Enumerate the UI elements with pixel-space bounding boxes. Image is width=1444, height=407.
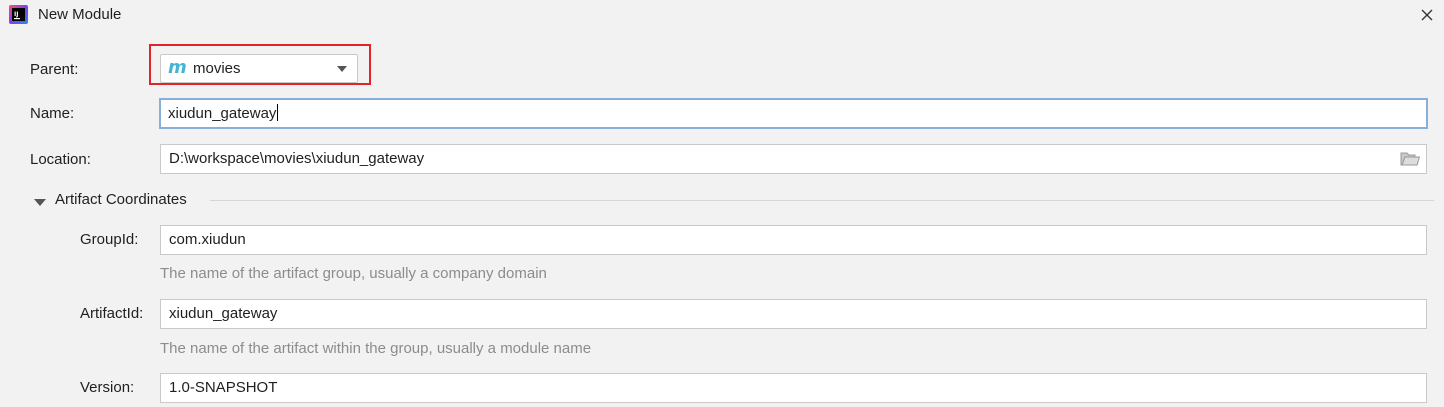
maven-module-icon: m [168, 57, 187, 78]
name-value: xiudun_gateway [168, 105, 277, 122]
folder-icon[interactable] [1400, 151, 1421, 167]
name-input[interactable]: xiudun_gateway [159, 98, 1428, 129]
artifactid-label: ArtifactId: [80, 305, 144, 322]
version-label: Version: [80, 379, 135, 396]
name-label: Name: [30, 105, 75, 122]
location-input[interactable]: D:\workspace\movies\xiudun_gateway [160, 144, 1427, 174]
window-title: New Module [38, 6, 122, 23]
title-bar: IJ New Module [0, 0, 1444, 30]
version-value: 1.0-SNAPSHOT [169, 379, 278, 396]
artifactid-hint: The name of the artifact within the grou… [160, 340, 592, 357]
groupid-hint: The name of the artifact group, usually … [160, 265, 547, 282]
location-label: Location: [30, 151, 91, 168]
parent-label: Parent: [30, 61, 79, 78]
chevron-down-icon [337, 66, 347, 72]
intellij-idea-icon: IJ [9, 5, 28, 24]
version-input[interactable]: 1.0-SNAPSHOT [160, 373, 1427, 403]
groupid-label: GroupId: [80, 231, 139, 248]
artifactid-input[interactable]: xiudun_gateway [160, 299, 1427, 329]
groupid-input[interactable]: com.xiudun [160, 225, 1427, 255]
location-value: D:\workspace\movies\xiudun_gateway [169, 150, 425, 167]
section-divider [210, 200, 1434, 201]
parent-value: movies [193, 60, 241, 77]
artifact-coordinates-title[interactable]: Artifact Coordinates [55, 191, 187, 209]
parent-dropdown[interactable]: m movies [160, 54, 358, 83]
close-icon[interactable] [1416, 4, 1438, 26]
text-caret [277, 104, 279, 121]
svg-text:IJ: IJ [14, 11, 18, 18]
collapse-triangle-icon[interactable] [34, 195, 46, 206]
artifactid-value: xiudun_gateway [169, 305, 278, 322]
groupid-value: com.xiudun [169, 231, 246, 248]
